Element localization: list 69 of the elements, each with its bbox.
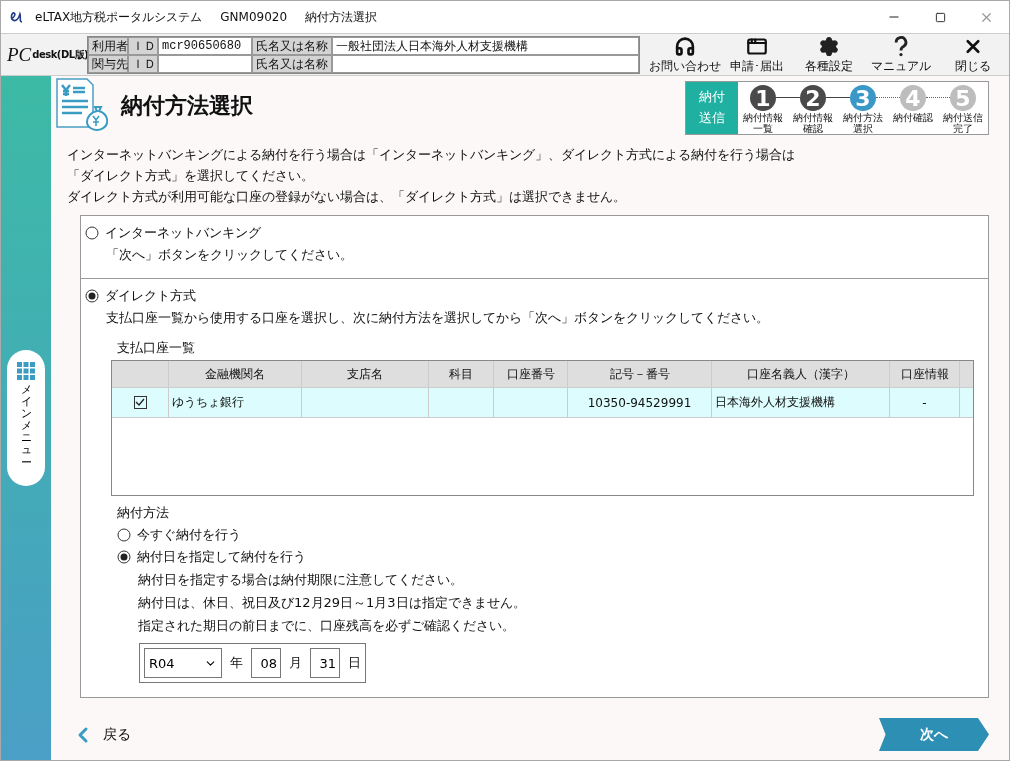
info-label: 利用者	[88, 36, 128, 55]
main-menu-button[interactable]: メインメニュー	[7, 350, 45, 486]
id-value: mcr90650680	[158, 36, 252, 55]
step-label: 納付情報一覧	[742, 112, 784, 134]
step-label: 納付送信完了	[942, 112, 984, 134]
date-unit: 日	[348, 654, 361, 672]
info-label: ＩＤ	[128, 36, 158, 55]
column-header: 口座番号	[494, 361, 568, 387]
step-label: 納付方法選択	[842, 112, 884, 134]
radio-button[interactable]	[85, 289, 99, 303]
next-button[interactable]: 次へ	[879, 718, 989, 751]
toolbar-button[interactable]: 申請･届出	[721, 34, 793, 75]
column-header: 口座名義人（漢字）	[712, 361, 890, 387]
step-number: 3	[850, 85, 876, 111]
step-number: 2	[800, 85, 826, 111]
instruction-text: インターネットバンキングによる納付を行う場合は「インターネットバンキング」、ダイレクト方式による納付を行う場合は	[67, 146, 796, 164]
radio-option[interactable]: 今すぐ納付を行う	[117, 526, 241, 544]
option-description: 支払口座一覧から使用する口座を選択し、次に納付方法を選択してから「次へ」ボタンをクリックしてください。	[106, 309, 770, 327]
step-label: 納付情報確認	[792, 112, 834, 134]
page-title: 納付方法選択	[121, 92, 253, 120]
checkbox[interactable]	[133, 396, 147, 409]
radio-option[interactable]: インターネットバンキング	[85, 224, 261, 242]
column-header: 金融機関名	[169, 361, 302, 387]
table-cell: -	[922, 395, 927, 410]
note-text: 納付日は、休日、祝日及び12月29日～1月3日は指定できません。	[138, 594, 527, 612]
screen-code: GNM09020	[220, 10, 288, 24]
radio-option[interactable]: 納付日を指定して納付を行う	[117, 548, 306, 566]
toolbar-button[interactable]: お問い合わせ	[649, 34, 721, 75]
section-title: 納付方法	[117, 504, 170, 522]
window-title: eLTAX地方税ポータルシステム	[35, 8, 203, 26]
step-number: 4	[900, 85, 926, 111]
instruction-text: ダイレクト方式が利用可能な口座の登録がない場合は、「ダイレクト方式」は選択できません。	[67, 188, 627, 206]
grid-icon	[17, 362, 35, 380]
window-icon	[744, 36, 770, 57]
table-cell: ゆうちょ銀行	[172, 394, 244, 411]
date-unit: 年	[230, 654, 243, 672]
process-label: 納付送信	[698, 88, 726, 127]
screen-title: 納付方法選択	[305, 8, 378, 26]
radio-option[interactable]: ダイレクト方式	[85, 287, 196, 305]
toolbar-button[interactable]: 各種設定	[793, 34, 865, 75]
radio-button[interactable]	[117, 528, 131, 542]
day-field[interactable]: 31	[310, 648, 340, 678]
name-value: 一般社団法人日本海外人材支援機構	[332, 36, 639, 55]
back-link[interactable]: 戻る	[65, 721, 137, 748]
column-header: 支店名	[302, 361, 429, 387]
month-field[interactable]: 08	[251, 648, 281, 678]
instruction-text: 「ダイレクト方式」を選択してください。	[67, 167, 315, 185]
step-label: 納付確認	[892, 112, 934, 123]
logo-text: PC	[7, 43, 32, 66]
toolbar-button[interactable]: マニュアル	[865, 34, 937, 75]
note-text: 納付日を指定する場合は納付期限に注意してください。	[138, 571, 464, 589]
note-text: 指定された期日の前日までに、口座残高を必ずご確認ください。	[138, 617, 516, 635]
account-row[interactable]: ゆうちょ銀行 10350-94529991 日本海外人材支援機構 -	[112, 388, 973, 418]
table-cell: 10350-94529991	[587, 395, 692, 410]
step-number: 1	[750, 85, 776, 111]
radio-button[interactable]	[85, 226, 99, 240]
section-title: 支払口座一覧	[117, 339, 196, 357]
date-unit: 月	[289, 654, 302, 672]
era-select[interactable]: R04	[144, 648, 222, 678]
info-label: 氏名又は名称	[252, 36, 332, 55]
column-header: 科目	[429, 361, 494, 387]
step-number: 5	[950, 85, 976, 111]
maximize-icon	[934, 11, 946, 23]
column-header: 口座情報	[890, 361, 960, 387]
radio-button[interactable]	[117, 550, 131, 564]
toolbar-button[interactable]: 閉じる	[937, 34, 1009, 75]
table-cell: 日本海外人材支援機構	[715, 394, 835, 411]
column-header: 記号－番号	[568, 361, 712, 387]
option-description: 「次へ」ボタンをクリックしてください。	[106, 246, 354, 264]
